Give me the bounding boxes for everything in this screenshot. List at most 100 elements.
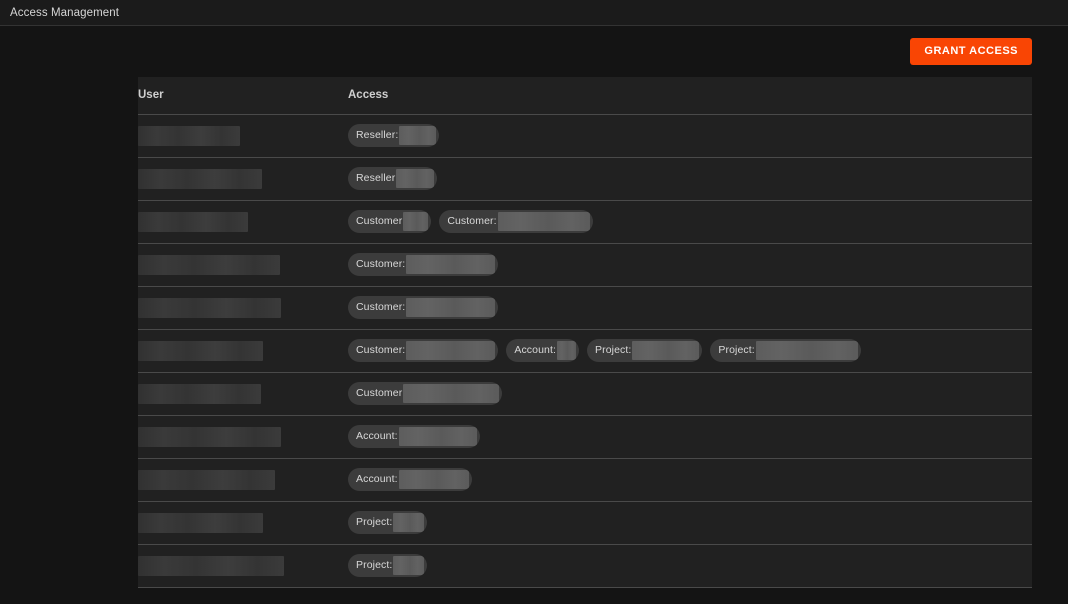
redacted-access-value <box>393 556 425 575</box>
access-badge-label: Customer: <box>356 344 406 357</box>
access-badge-list: Project: <box>348 554 1032 577</box>
table-head: User Access <box>138 77 1032 115</box>
table-row: Account: <box>138 415 1032 458</box>
access-badge[interactable]: Customer <box>348 382 503 405</box>
access-badge-label: Project: <box>595 344 632 357</box>
access-badge[interactable]: Customer: <box>439 210 593 233</box>
table-row: Customer <box>138 372 1032 415</box>
access-cell: Account: <box>348 415 1032 458</box>
access-badge-list: Project: <box>348 511 1032 534</box>
access-badge-label: Account: <box>356 430 398 443</box>
table-row: Reseller <box>138 157 1032 200</box>
access-badge[interactable]: Account: <box>348 468 472 491</box>
table-row: Customer: <box>138 243 1032 286</box>
redacted-user-name <box>138 512 263 533</box>
access-badge[interactable]: Account: <box>506 339 580 362</box>
redacted-user-name <box>138 125 240 146</box>
access-cell: Customer: <box>348 243 1032 286</box>
redacted-access-value <box>398 427 477 446</box>
user-cell <box>138 415 348 458</box>
user-cell <box>138 544 348 587</box>
redacted-user-name <box>138 297 281 318</box>
access-badge[interactable]: Customer <box>348 210 432 233</box>
access-badge-label: Account: <box>514 344 557 357</box>
table-row: Customer Customer: <box>138 200 1032 243</box>
access-badge[interactable]: Project: <box>710 339 861 362</box>
redacted-access-value <box>393 513 425 532</box>
access-badge[interactable]: Reseller <box>348 167 438 190</box>
access-badge-list: Account: <box>348 425 1032 448</box>
access-badge-label: Project: <box>356 559 393 572</box>
access-badge-label: Reseller: <box>356 129 399 142</box>
access-cell: Account: <box>348 458 1032 501</box>
table-header-row: User Access <box>138 77 1032 115</box>
redacted-access-value <box>557 341 577 360</box>
access-cell: Project: <box>348 544 1032 587</box>
redacted-access-value <box>406 341 496 360</box>
access-cell: Reseller: <box>348 114 1032 157</box>
redacted-user-name <box>138 469 275 490</box>
redacted-user-name <box>138 254 280 275</box>
access-badge[interactable]: Customer: <box>348 296 499 319</box>
redacted-access-value <box>399 126 437 145</box>
access-badge[interactable]: Project: <box>348 554 428 577</box>
access-badge-label: Customer <box>356 215 403 228</box>
table-row: Project: <box>138 544 1032 587</box>
access-badge-label: Customer: <box>356 258 406 271</box>
access-badge-label: Project: <box>718 344 755 357</box>
top-bar: Access Management <box>0 0 1068 26</box>
user-cell <box>138 372 348 415</box>
page-title: Access Management <box>10 6 120 19</box>
table-row: Account: <box>138 458 1032 501</box>
user-cell <box>138 114 348 157</box>
access-badge-list: Account: <box>348 468 1032 491</box>
user-cell <box>138 157 348 200</box>
access-badge-list: Customer <box>348 382 1032 405</box>
access-cell: Customer: Account: Project: Project: <box>348 329 1032 372</box>
access-table: User Access Reseller: Reseller Customer Cus… <box>138 77 1032 588</box>
action-bar: GRANT ACCESS <box>0 26 1068 77</box>
access-badge[interactable]: Customer: <box>348 339 499 362</box>
access-badge[interactable]: Project: <box>587 339 703 362</box>
redacted-user-name <box>138 383 261 404</box>
redacted-user-name <box>138 211 248 232</box>
redacted-access-value <box>398 470 469 489</box>
column-header-access: Access <box>348 77 1032 115</box>
user-cell <box>138 501 348 544</box>
access-cell: Customer: <box>348 286 1032 329</box>
user-cell <box>138 286 348 329</box>
access-cell: Customer <box>348 372 1032 415</box>
access-badge[interactable]: Account: <box>348 425 480 448</box>
table-row: Project: <box>138 501 1032 544</box>
redacted-access-value <box>406 255 496 274</box>
access-table-container: User Access Reseller: Reseller Customer Cus… <box>138 77 1032 588</box>
redacted-user-name <box>138 168 262 189</box>
table-row: Customer: <box>138 286 1032 329</box>
redacted-access-value <box>403 384 500 403</box>
access-badge-list: Customer: <box>348 296 1032 319</box>
access-cell: Customer Customer: <box>348 200 1032 243</box>
table-body: Reseller: Reseller Customer Customer: Custom… <box>138 114 1032 587</box>
redacted-access-value <box>497 212 590 231</box>
access-badge-list: Customer: <box>348 253 1032 276</box>
access-badge-label: Customer: <box>356 301 406 314</box>
redacted-user-name <box>138 340 263 361</box>
access-badge-label: Project: <box>356 516 393 529</box>
redacted-user-name <box>138 555 284 576</box>
redacted-access-value <box>755 341 858 360</box>
access-cell: Project: <box>348 501 1032 544</box>
redacted-access-value <box>396 169 435 188</box>
user-cell <box>138 458 348 501</box>
table-row: Customer: Account: Project: Project: <box>138 329 1032 372</box>
grant-access-button[interactable]: GRANT ACCESS <box>910 38 1032 65</box>
user-cell <box>138 243 348 286</box>
access-badge-list: Reseller <box>348 167 1032 190</box>
access-badge[interactable]: Project: <box>348 511 428 534</box>
redacted-user-name <box>138 426 281 447</box>
access-badge[interactable]: Reseller: <box>348 124 440 147</box>
access-badge-list: Reseller: <box>348 124 1032 147</box>
user-cell <box>138 200 348 243</box>
access-badge-label: Account: <box>356 473 398 486</box>
access-badge[interactable]: Customer: <box>348 253 499 276</box>
access-badge-label: Customer: <box>447 215 497 228</box>
